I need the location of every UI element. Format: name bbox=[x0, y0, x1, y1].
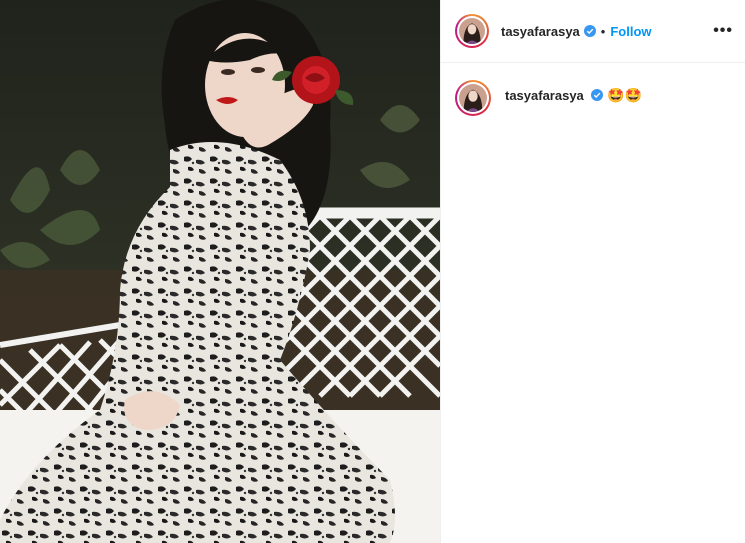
separator-dot: • bbox=[600, 23, 606, 39]
verified-badge-icon bbox=[583, 25, 596, 37]
caption-avatar-image bbox=[459, 84, 487, 112]
post-sidebar: tasyafarasya • Follow ••• tasyafarasya 🤩… bbox=[440, 0, 745, 543]
post-header: tasyafarasya • Follow ••• bbox=[441, 0, 745, 63]
post-username[interactable]: tasyafarasya bbox=[501, 24, 580, 39]
caption-avatar[interactable] bbox=[455, 80, 491, 116]
more-options-icon[interactable]: ••• bbox=[713, 23, 733, 39]
avatar-image bbox=[459, 18, 485, 44]
caption-username[interactable]: tasyafarasya bbox=[505, 88, 584, 103]
follow-button[interactable]: Follow bbox=[610, 24, 651, 39]
post-photo[interactable] bbox=[0, 0, 440, 543]
avatar[interactable] bbox=[455, 14, 489, 48]
caption-text: 🤩🤩 bbox=[607, 87, 642, 103]
caption-row: tasyafarasya 🤩🤩 bbox=[441, 63, 745, 133]
post-image bbox=[0, 0, 440, 543]
caption-verified-badge-icon bbox=[591, 89, 604, 101]
caption: tasyafarasya 🤩🤩 bbox=[505, 86, 642, 105]
